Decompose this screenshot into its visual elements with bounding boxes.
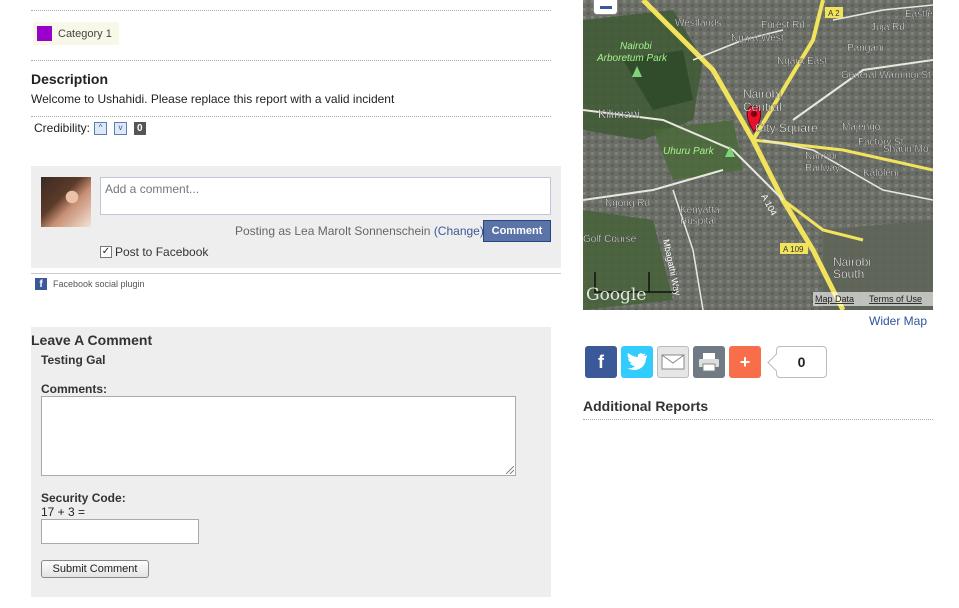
email-share-button[interactable] xyxy=(657,346,689,378)
google-logo: Google xyxy=(586,285,646,305)
leave-comment-title: Leave A Comment xyxy=(31,332,153,348)
share-count-bubble: 0 xyxy=(776,346,827,378)
map-label: Golf Course xyxy=(583,234,637,245)
divider xyxy=(31,10,551,11)
map-label: General Waruingi St xyxy=(841,70,931,81)
zoom-out-icon[interactable] xyxy=(593,0,618,15)
category-badge[interactable]: Category 1 xyxy=(33,22,119,45)
post-to-facebook-checkbox[interactable]: ✓ xyxy=(100,246,112,258)
divider xyxy=(31,116,551,117)
map-label: Hospital xyxy=(680,216,716,227)
divider xyxy=(31,273,561,274)
divider xyxy=(583,419,933,420)
map-label: Westlands xyxy=(675,18,722,29)
submit-comment-button[interactable]: Submit Comment xyxy=(41,560,149,578)
map-canvas[interactable]: Westlands Forest Rd Eastle Ngara West Ju… xyxy=(583,0,933,310)
twitter-icon xyxy=(627,353,647,370)
map-view[interactable]: Westlands Forest Rd Eastle Ngara West Ju… xyxy=(583,0,933,310)
description-title: Description xyxy=(31,71,109,87)
resize-grip-icon[interactable] xyxy=(506,466,514,474)
facebook-plugin-label: Facebook social plugin xyxy=(53,279,145,289)
map-label: Shauri Mo xyxy=(883,144,929,155)
security-code-input[interactable] xyxy=(41,519,199,544)
post-to-facebook-option[interactable]: ✓ Post to Facebook xyxy=(100,245,208,259)
plus-icon: + xyxy=(739,351,751,372)
map-label: Majengo xyxy=(842,122,881,133)
comments-textarea[interactable] xyxy=(41,396,516,476)
facebook-share-button[interactable]: f xyxy=(585,346,617,378)
map-label: Central xyxy=(743,100,782,114)
map-label: Nairobi xyxy=(743,87,781,101)
terms-of-use-link[interactable]: Terms of Use xyxy=(869,294,922,304)
category-label: Category 1 xyxy=(58,27,112,40)
comments-label: Comments: xyxy=(41,382,108,396)
map-label: City Square xyxy=(755,121,818,135)
facebook-social-plugin[interactable]: f Facebook social plugin xyxy=(35,278,145,290)
map-label: Juja Rd xyxy=(871,22,905,33)
map-label: Ngong Rd xyxy=(605,198,650,209)
route-label: A 109 xyxy=(783,245,804,254)
map-label: Kenyatta xyxy=(680,205,720,216)
wider-map-link[interactable]: Wider Map xyxy=(869,314,927,328)
divider xyxy=(31,60,551,61)
print-share-button[interactable] xyxy=(693,346,725,378)
post-to-facebook-label: Post to Facebook xyxy=(115,245,209,259)
category-color-swatch xyxy=(37,26,52,41)
change-account-link[interactable]: (Change) xyxy=(434,224,484,238)
map-label: Kilimani xyxy=(598,107,640,121)
facebook-comment-input[interactable]: Add a comment... xyxy=(100,177,551,215)
share-count: 0 xyxy=(797,354,806,370)
facebook-comment-button[interactable]: Comment xyxy=(483,220,551,242)
facebook-share-icon: f xyxy=(598,351,604,372)
posting-as-label: Posting as Lea Marolt Sonnenschein xyxy=(235,224,431,238)
map-label: Nairobi xyxy=(620,41,652,52)
credibility-row: Credibility: ^ v 0 xyxy=(34,121,146,135)
facebook-icon: f xyxy=(35,278,47,290)
credibility-count: 0 xyxy=(134,121,146,135)
map-label: Railway xyxy=(805,163,840,174)
map-label: Forest Rd xyxy=(761,20,805,31)
description-text: Welcome to Ushahidi. Please replace this… xyxy=(31,92,395,106)
map-label: Ngara West xyxy=(731,33,784,44)
envelope-icon xyxy=(661,354,685,370)
comment-user-name: Testing Gal xyxy=(41,353,106,367)
map-label: South xyxy=(833,267,864,281)
vote-up-icon[interactable]: ^ xyxy=(94,121,108,135)
avatar xyxy=(41,177,91,227)
security-question: 17 + 3 = xyxy=(41,505,86,519)
map-label: Eastle xyxy=(905,9,933,20)
additional-reports-title: Additional Reports xyxy=(583,398,709,414)
map-label: Kaloleni xyxy=(863,168,899,179)
add-share-button[interactable]: + xyxy=(729,346,761,378)
security-code-label: Security Code: xyxy=(41,491,126,505)
map-label: Uhuru Park xyxy=(663,146,715,157)
map-label: Nairobi xyxy=(805,151,837,162)
route-label: A 2 xyxy=(828,9,840,18)
printer-icon xyxy=(699,353,719,372)
map-label: Ngara East xyxy=(777,56,827,67)
posting-as-text: Posting as Lea Marolt Sonnenschein (Chan… xyxy=(235,224,484,238)
map-label: Pangani xyxy=(847,43,884,54)
twitter-share-button[interactable] xyxy=(621,346,653,378)
map-data-link[interactable]: Map Data xyxy=(815,294,854,304)
credibility-label: Credibility: xyxy=(34,121,91,135)
vote-down-icon[interactable]: v xyxy=(114,121,128,135)
map-label: Arboretum Park xyxy=(596,53,668,64)
